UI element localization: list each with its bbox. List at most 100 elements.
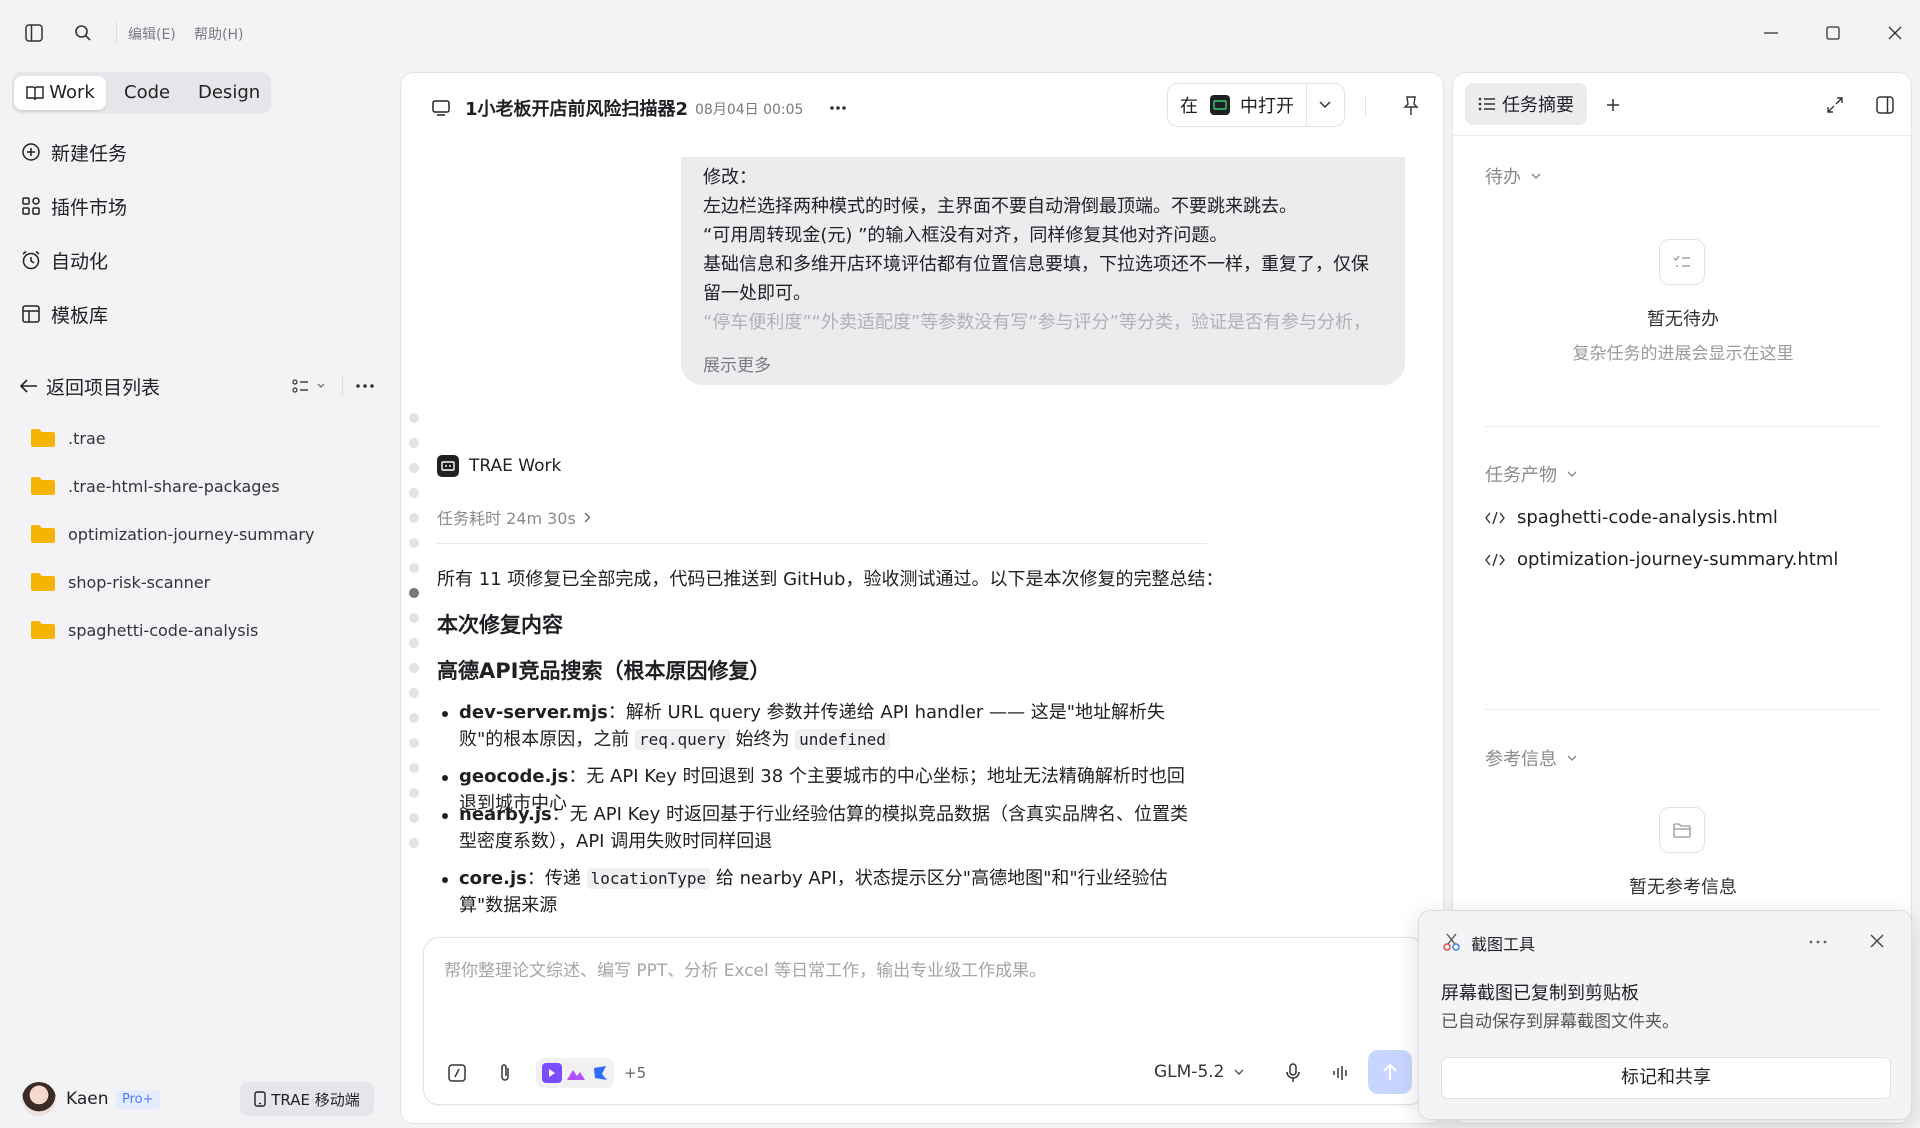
timeline-dot[interactable] — [409, 663, 419, 673]
more-icon[interactable] — [354, 376, 376, 396]
chevron-down-icon[interactable] — [1319, 101, 1331, 109]
nav-automation[interactable]: 自动化 — [20, 240, 108, 280]
timeline-dot-active[interactable] — [409, 588, 419, 598]
duration-toggle[interactable]: 任务耗时 24m 30s — [437, 505, 591, 529]
folder-icon — [30, 572, 56, 592]
more-options-icon[interactable] — [827, 98, 849, 118]
chat-panel: 1小老板开店前风险扫描器2 08月04日 00:05 在 中打开 修改： 左边栏… — [400, 72, 1444, 1124]
open-in-prefix: 在 — [1180, 96, 1198, 117]
toast-action-button[interactable]: 标记和共享 — [1441, 1057, 1891, 1099]
chat-icon — [431, 98, 451, 118]
timeline-dot[interactable] — [409, 438, 419, 448]
refs-empty-icon — [1659, 807, 1705, 853]
voice-wave-icon[interactable] — [1330, 1062, 1352, 1084]
timeline-dot[interactable] — [409, 563, 419, 573]
timeline-dot[interactable] — [409, 538, 419, 548]
folder-name: .trae — [68, 428, 106, 448]
artifacts-section-toggle[interactable]: 任务产物 — [1485, 461, 1577, 487]
file-name: geocode.js — [459, 766, 569, 787]
video-plugin-icon — [542, 1063, 562, 1083]
folder-item[interactable]: optimization-journey-summary — [30, 516, 314, 552]
microphone-icon[interactable] — [1282, 1062, 1304, 1084]
timeline-dot[interactable] — [409, 638, 419, 648]
toast-more-icon[interactable] — [1807, 933, 1829, 951]
menu-help[interactable]: 帮助(H) — [194, 24, 243, 44]
search-icon[interactable] — [72, 22, 94, 44]
message-line: 修改： — [703, 167, 757, 188]
task-title: 1小老板开店前风险扫描器2 — [465, 99, 689, 120]
timeline-dot[interactable] — [409, 463, 419, 473]
file-name: core.js — [459, 868, 527, 889]
plugin-chips[interactable] — [536, 1058, 614, 1088]
expand-icon[interactable] — [1825, 95, 1845, 115]
timeline-dot[interactable] — [409, 838, 419, 848]
add-tab-icon[interactable] — [1603, 95, 1623, 115]
avatar[interactable] — [22, 1082, 56, 1116]
arrow-left-icon — [18, 375, 40, 397]
design-plugin-icon — [590, 1063, 610, 1083]
chevron-right-icon — [584, 512, 591, 523]
timeline-dot[interactable] — [409, 813, 419, 823]
image-plugin-icon — [566, 1063, 586, 1083]
user-name: Kaen — [66, 1089, 109, 1109]
chevron-down-icon — [1567, 471, 1577, 478]
mobile-app-button[interactable]: TRAE 移动端 — [240, 1082, 374, 1116]
timeline-dot[interactable] — [409, 788, 419, 798]
timeline-dot[interactable] — [409, 513, 419, 523]
pin-icon[interactable] — [1401, 95, 1421, 117]
close-icon[interactable] — [1884, 22, 1906, 44]
attachment-icon[interactable] — [494, 1062, 516, 1084]
todo-section-toggle[interactable]: 待办 — [1485, 163, 1541, 189]
chat-input[interactable]: 帮你整理论文综述、编写 PPT、分析 Excel 等日常工作，输出专业级工作成果… — [444, 956, 1394, 981]
snipping-tool-icon — [1441, 931, 1463, 953]
refs-title: 参考信息 — [1485, 749, 1557, 770]
mode-tab-work[interactable]: Work — [14, 76, 106, 110]
item-text: ：无 API Key 时返回基于行业经验估算的模拟竞品数据（含真实品牌名、位置类… — [459, 804, 1189, 852]
timeline-dot[interactable] — [409, 613, 419, 623]
open-in-button[interactable]: 在 中打开 — [1167, 83, 1345, 127]
sidebar-toggle-icon[interactable] — [24, 23, 44, 43]
toast-close-icon[interactable] — [1867, 931, 1887, 951]
slash-command-icon[interactable] — [446, 1062, 468, 1084]
mode-tab-design[interactable]: Design — [198, 76, 260, 110]
folder-icon — [30, 476, 56, 496]
todo-title: 待办 — [1485, 167, 1521, 188]
artifact-file[interactable]: spaghetti-code-analysis.html — [1485, 507, 1778, 528]
back-to-projects[interactable]: 返回项目列表 — [18, 366, 160, 406]
folder-item[interactable]: .trae-html-share-packages — [30, 468, 280, 504]
menu-edit[interactable]: 编辑(E) — [128, 24, 176, 44]
list-view-icon[interactable] — [290, 376, 330, 396]
timeline-dot[interactable] — [409, 413, 419, 423]
show-more-link[interactable]: 展示更多 — [703, 351, 771, 376]
nav-template-library[interactable]: 模板库 — [20, 294, 108, 334]
list-item: core.js：传递 locationType 给 nearby API，状态提… — [437, 865, 1197, 919]
timeline-dot[interactable] — [409, 488, 419, 498]
folder-name: shop-risk-scanner — [68, 572, 211, 592]
minimize-icon[interactable] — [1760, 22, 1782, 44]
model-selector[interactable]: GLM-5.2 — [1154, 1062, 1244, 1082]
folder-item[interactable]: shop-risk-scanner — [30, 564, 210, 600]
timeline-dot[interactable] — [409, 763, 419, 773]
item-text: 始终为 — [729, 729, 796, 750]
list-item: dev-server.mjs：解析 URL query 参数并传递给 API h… — [437, 699, 1197, 753]
nav-plugin-market[interactable]: 插件市场 — [20, 186, 127, 226]
code-file-icon — [1485, 553, 1505, 567]
folder-item[interactable]: spaghetti-code-analysis — [30, 612, 258, 648]
maximize-icon[interactable] — [1822, 22, 1844, 44]
timeline-dot[interactable] — [409, 738, 419, 748]
task-time: 08月04日 00:05 — [695, 102, 804, 118]
plugins-more-count[interactable]: +5 — [624, 1064, 646, 1082]
timeline-dot[interactable] — [409, 688, 419, 698]
folder-item[interactable]: .trae — [30, 420, 106, 456]
mode-tab-code[interactable]: Code — [124, 76, 170, 110]
chevron-down-icon — [1531, 173, 1541, 180]
nav-label: 插件市场 — [51, 196, 128, 219]
tab-task-summary[interactable]: 任务摘要 — [1465, 83, 1587, 125]
artifact-file[interactable]: optimization-journey-summary.html — [1485, 549, 1838, 570]
refs-section-toggle[interactable]: 参考信息 — [1485, 745, 1577, 771]
send-button[interactable] — [1368, 1050, 1412, 1094]
folder-name: .trae-html-share-packages — [68, 476, 280, 496]
panel-toggle-icon[interactable] — [1875, 95, 1895, 115]
nav-new-task[interactable]: 新建任务 — [20, 132, 127, 172]
timeline-dot[interactable] — [409, 713, 419, 723]
